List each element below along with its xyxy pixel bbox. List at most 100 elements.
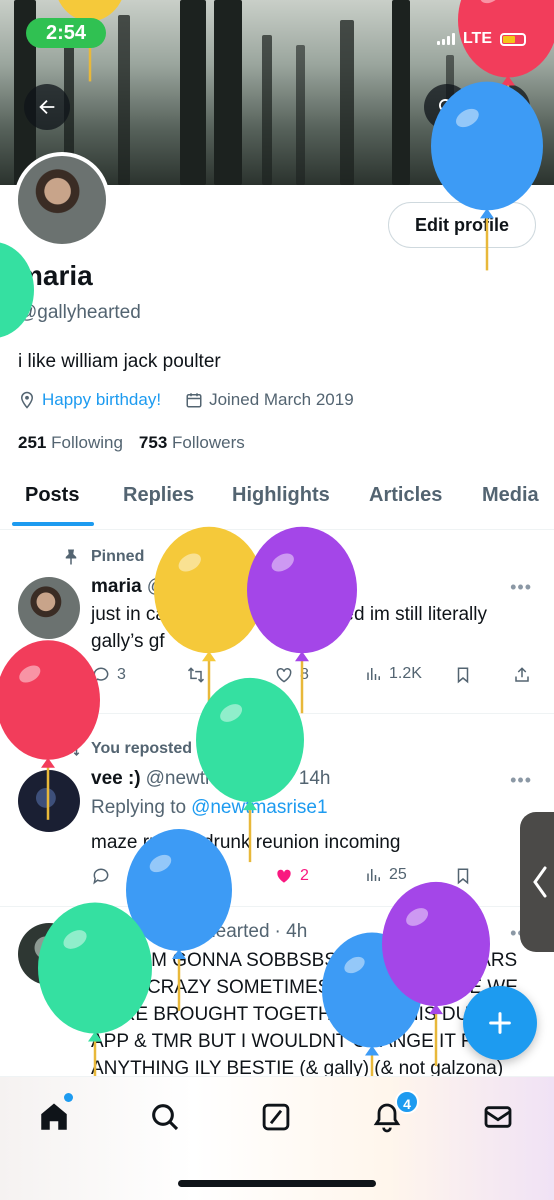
post-author-name[interactable]: maria bbox=[91, 921, 142, 943]
followers-link[interactable]: 753 Followers bbox=[139, 433, 245, 453]
repost-icon bbox=[187, 868, 205, 884]
bookmark-icon bbox=[457, 667, 469, 684]
views-icon bbox=[367, 668, 380, 680]
views-button[interactable]: 25 bbox=[365, 866, 407, 884]
avatar[interactable] bbox=[18, 577, 80, 639]
chevron-left-icon bbox=[533, 866, 547, 898]
reply-icon bbox=[93, 667, 109, 684]
bookmark-button[interactable] bbox=[454, 665, 472, 685]
side-panel-handle[interactable] bbox=[520, 812, 554, 952]
search-button[interactable] bbox=[424, 84, 470, 130]
post-actions: 3 8 1.2K bbox=[91, 665, 541, 691]
post-author-name[interactable]: vee :) bbox=[91, 768, 141, 790]
bookmark-button[interactable] bbox=[454, 866, 472, 886]
views-icon bbox=[367, 869, 380, 881]
back-arrow-icon bbox=[39, 99, 55, 115]
compose-button[interactable] bbox=[463, 986, 537, 1060]
like-count: 8 bbox=[300, 666, 309, 683]
nav-grok[interactable] bbox=[256, 1097, 296, 1137]
birthday-link[interactable]: Happy birthday! bbox=[42, 390, 161, 410]
repost-icon bbox=[187, 667, 205, 683]
share-icon bbox=[499, 98, 515, 115]
like-icon bbox=[277, 869, 291, 883]
status-bar: 2:54 LTE bbox=[0, 0, 554, 64]
home-unread-dot bbox=[64, 1093, 73, 1102]
post-context: You reposted bbox=[91, 740, 193, 757]
battery-icon bbox=[500, 32, 526, 46]
home-icon bbox=[41, 1103, 67, 1130]
tab-media[interactable]: Media bbox=[482, 484, 539, 507]
post-author-handle: @gallyhearted bbox=[146, 921, 270, 942]
messages-icon bbox=[484, 1106, 512, 1128]
profile-tabs: Posts Replies Highlights Articles Media bbox=[0, 470, 554, 530]
repost-button[interactable] bbox=[185, 866, 207, 886]
more-icon[interactable]: ••• bbox=[510, 577, 532, 598]
avatar[interactable] bbox=[18, 923, 80, 985]
post-time: · 1/10/24 bbox=[274, 576, 350, 597]
share-button[interactable] bbox=[484, 84, 530, 130]
back-button[interactable] bbox=[24, 84, 70, 130]
reply-icon bbox=[93, 868, 109, 885]
reply-count: 3 bbox=[117, 666, 126, 683]
notifications-badge: 4 bbox=[395, 1090, 419, 1114]
views-count: 1.2K bbox=[389, 665, 422, 682]
profile-bio: i like william jack poulter bbox=[18, 351, 221, 372]
post-time: · 4h bbox=[274, 921, 308, 942]
follow-stats: 251 Following 753 Followers bbox=[18, 433, 245, 453]
post-text: just in case anyone got it twisted im st… bbox=[91, 604, 487, 652]
network-label: LTE bbox=[462, 30, 492, 47]
joined-date: Joined March 2019 bbox=[209, 390, 354, 409]
repost-button[interactable] bbox=[185, 665, 207, 685]
signal-icon bbox=[436, 33, 455, 45]
location-icon bbox=[20, 391, 34, 409]
status-time: 2:54 bbox=[26, 18, 106, 48]
reply-button[interactable]: 3 bbox=[91, 665, 126, 685]
tab-articles[interactable]: Articles bbox=[369, 484, 442, 507]
compose-plus-icon bbox=[489, 1012, 511, 1034]
views-button[interactable]: 1.2K bbox=[365, 665, 422, 683]
post-author-handle: @gallyhearted bbox=[146, 576, 270, 597]
bookmark-icon bbox=[457, 868, 469, 885]
post-author-handle: @newtmasrise1 bbox=[145, 768, 283, 789]
like-button[interactable]: 8 bbox=[274, 665, 309, 685]
following-label: Following bbox=[51, 433, 123, 452]
post-actions: 2 25 bbox=[91, 866, 541, 892]
status-indicators: LTE bbox=[436, 30, 526, 48]
reply-button[interactable] bbox=[91, 866, 111, 886]
tab-replies[interactable]: Replies bbox=[123, 484, 194, 507]
post-repost[interactable]: You reposted vee :) @newtmasrise1 · 14h … bbox=[0, 714, 554, 907]
following-count: 251 bbox=[18, 433, 47, 452]
nav-messages[interactable] bbox=[478, 1097, 518, 1137]
replying-to-handle[interactable]: @newtmasrise1 bbox=[191, 797, 328, 819]
share-icon bbox=[515, 667, 529, 682]
replying-prefix: Replying to bbox=[91, 797, 187, 818]
post-latest[interactable]: maria @gallyhearted · 4h ••• STFU IM GON… bbox=[0, 907, 554, 1087]
profile-avatar[interactable] bbox=[14, 152, 110, 248]
nav-home[interactable] bbox=[34, 1097, 74, 1137]
like-button[interactable]: 2 bbox=[274, 866, 309, 886]
post-time: · 14h bbox=[287, 768, 331, 789]
following-link[interactable]: 251 Following bbox=[18, 433, 123, 453]
home-indicator bbox=[178, 1180, 376, 1187]
followers-label: Followers bbox=[172, 433, 245, 452]
grok-icon bbox=[262, 1103, 290, 1131]
profile-name: maria bbox=[18, 260, 93, 291]
nav-explore[interactable] bbox=[145, 1097, 185, 1137]
share-post-button[interactable] bbox=[513, 665, 531, 685]
post-pinned[interactable]: Pinned maria @gallyhearted · 1/10/24 •••… bbox=[0, 531, 554, 714]
like-icon bbox=[276, 667, 292, 683]
edit-profile-button[interactable]: Edit profile bbox=[388, 202, 536, 248]
post-header: vee :) @newtmasrise1 · 14h bbox=[91, 768, 330, 790]
tab-highlights[interactable]: Highlights bbox=[232, 484, 330, 507]
search-icon bbox=[439, 99, 455, 115]
pin-icon bbox=[65, 549, 77, 565]
post-header: maria @gallyhearted · 1/10/24 bbox=[91, 576, 350, 598]
calendar-icon bbox=[186, 393, 202, 408]
more-icon[interactable]: ••• bbox=[510, 770, 532, 791]
post-author-name[interactable]: maria bbox=[91, 576, 142, 598]
active-tab-indicator bbox=[12, 522, 94, 526]
avatar[interactable] bbox=[18, 770, 80, 832]
tab-posts[interactable]: Posts bbox=[25, 484, 79, 507]
replying-to: Replying to @newtmasrise1 bbox=[91, 797, 328, 819]
profile-handle: @gallyhearted bbox=[18, 302, 141, 323]
